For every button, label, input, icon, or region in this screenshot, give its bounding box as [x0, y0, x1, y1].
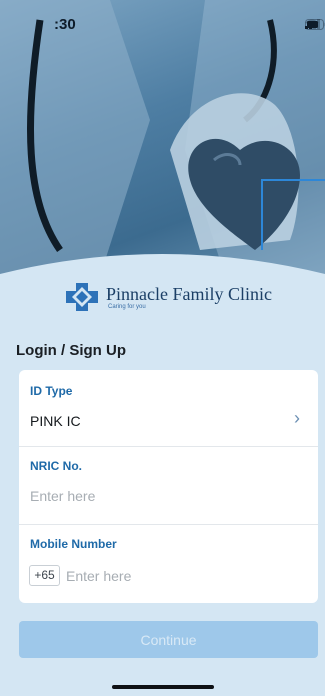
- country-code-button[interactable]: +65: [29, 565, 60, 586]
- mobile-field: Mobile Number +65 Enter here: [19, 525, 318, 603]
- mobile-input[interactable]: Enter here: [66, 568, 131, 584]
- clinic-name: Pinnacle Family Clinic: [106, 284, 272, 304]
- id-type-select[interactable]: ID Type PINK IC ›: [19, 370, 318, 446]
- continue-button[interactable]: Continue: [19, 621, 318, 658]
- id-type-value: PINK IC: [30, 413, 81, 429]
- chevron-right-icon: ›: [294, 408, 300, 428]
- home-indicator: [112, 685, 214, 689]
- login-form-card: ID Type PINK IC › NRIC No. Enter here Mo…: [19, 370, 318, 603]
- clinic-tagline: Caring for you: [108, 304, 146, 310]
- page-title: Login / Sign Up: [16, 342, 126, 359]
- status-bar: :30: [0, 0, 325, 44]
- nric-label: NRIC No.: [30, 459, 82, 473]
- id-type-label: ID Type: [30, 384, 73, 398]
- status-time: :30: [54, 16, 76, 33]
- nric-input[interactable]: Enter here: [30, 488, 95, 504]
- clinic-logo: Pinnacle Family Clinic Caring for you: [64, 281, 272, 313]
- mobile-label: Mobile Number: [30, 537, 117, 551]
- nric-field[interactable]: NRIC No. Enter here: [19, 447, 318, 523]
- battery-icon: [305, 19, 325, 30]
- logo-cross-icon: [66, 283, 98, 311]
